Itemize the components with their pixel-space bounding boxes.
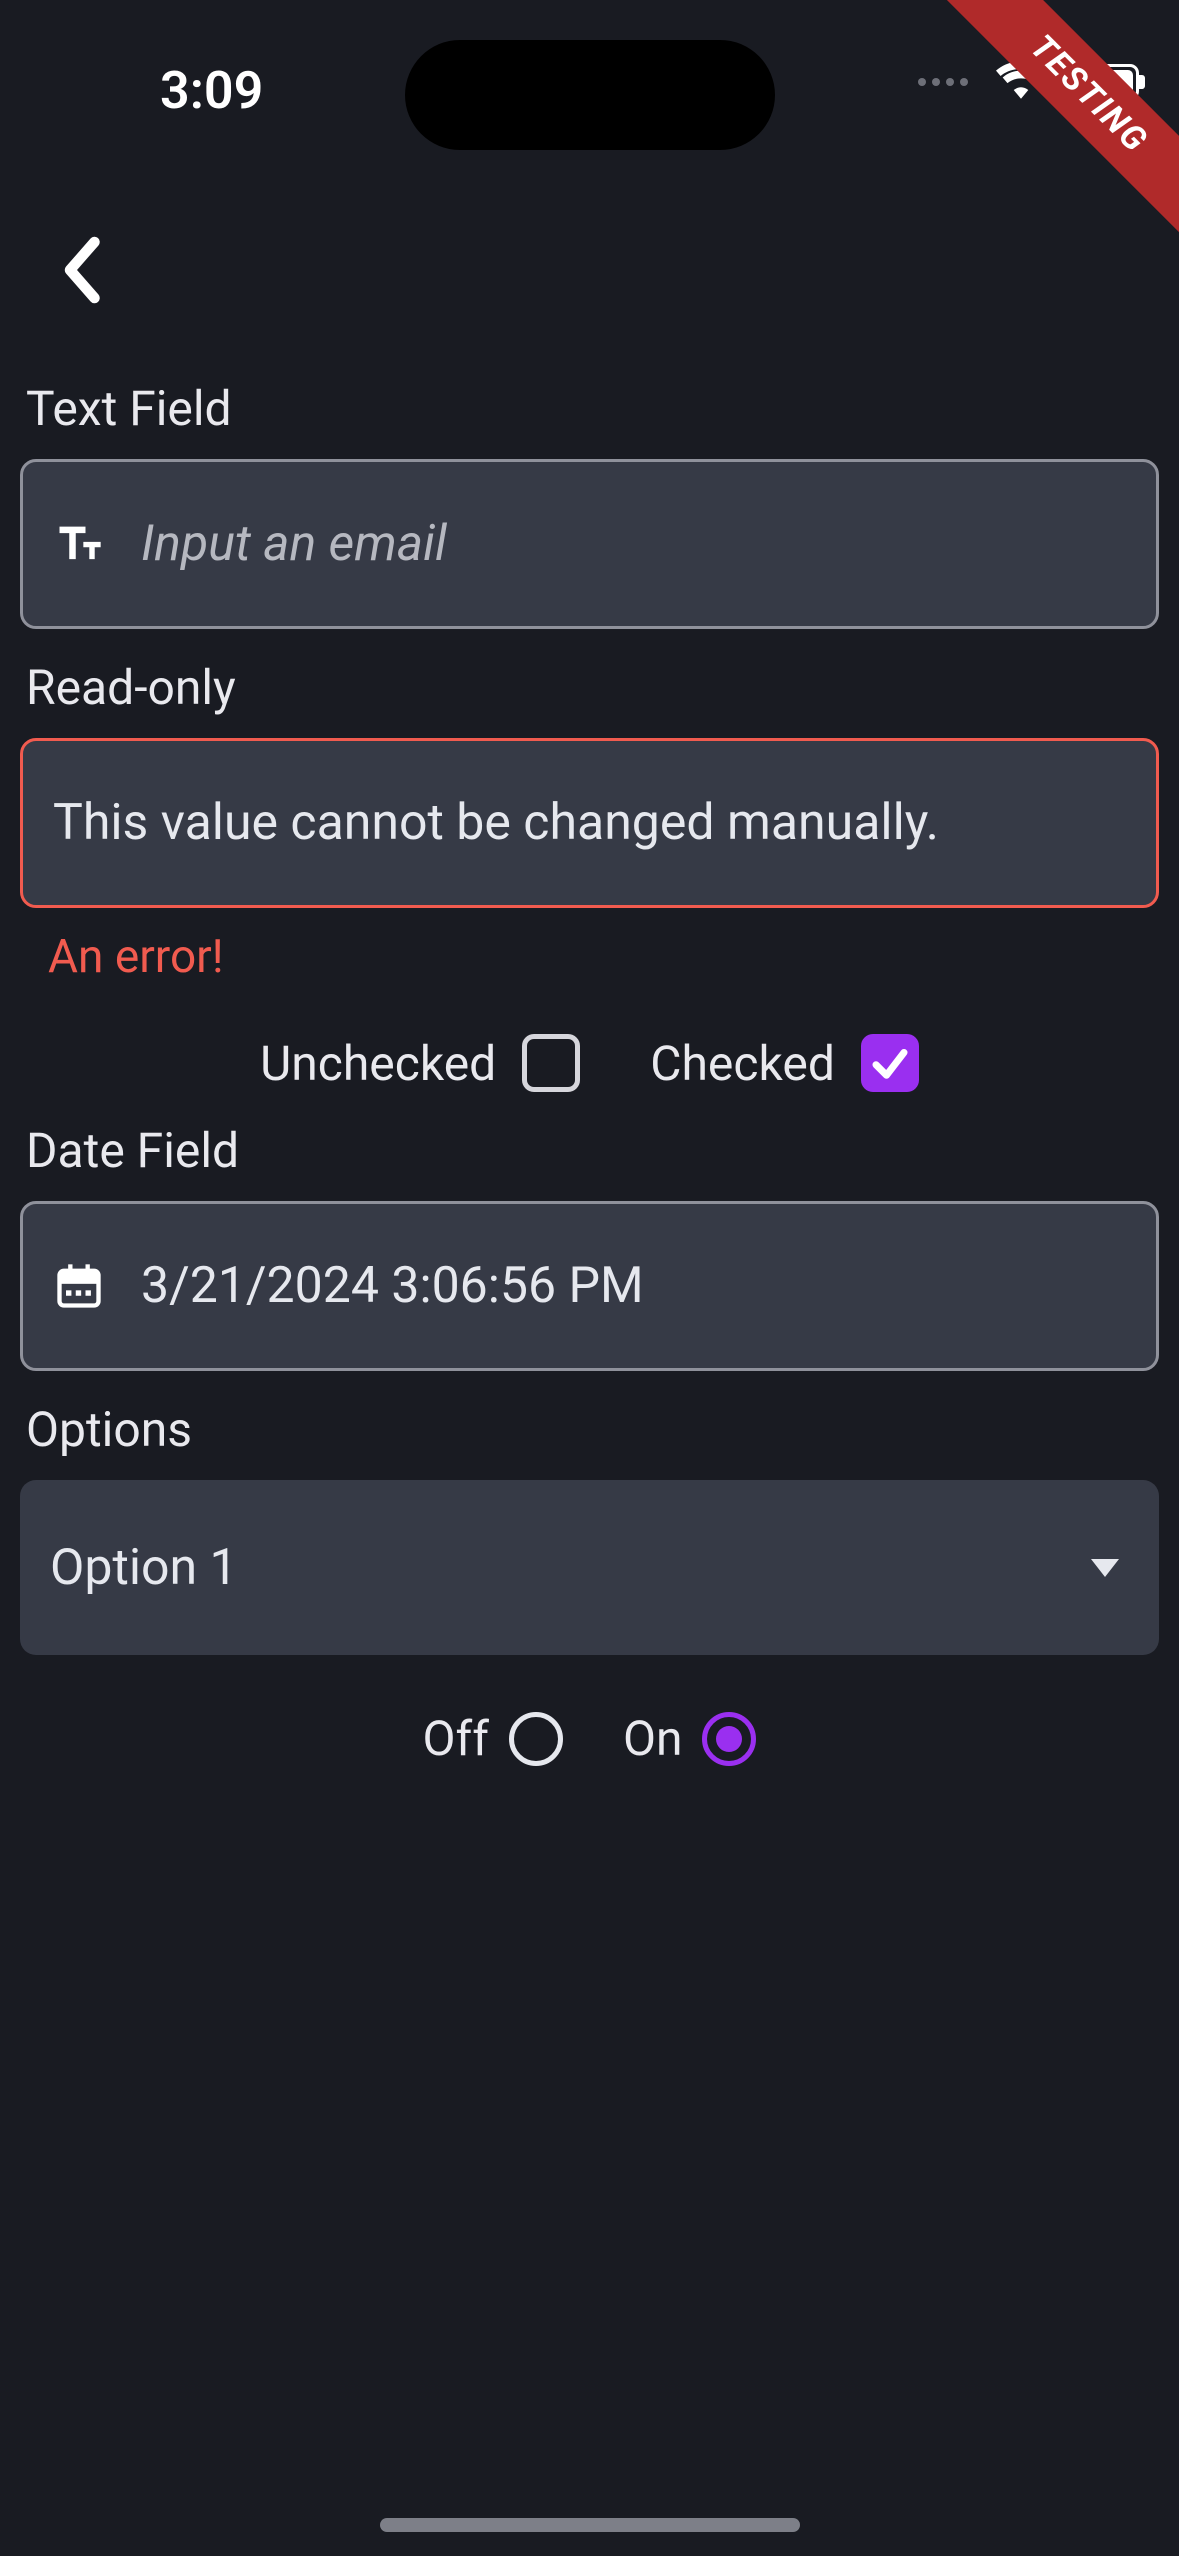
text-field-label: Text Field <box>26 380 1159 437</box>
radio-off-group[interactable]: Off <box>423 1710 563 1767</box>
status-icons <box>918 60 1139 104</box>
radio-on-group[interactable]: On <box>623 1710 757 1767</box>
date-field-value: 3/21/2024 3:06:56 PM <box>141 1257 644 1315</box>
device-notch <box>405 40 775 150</box>
check-icon <box>869 1042 911 1084</box>
checkbox-unchecked-group[interactable]: Unchecked <box>260 1034 580 1092</box>
radio-on[interactable] <box>702 1712 756 1766</box>
text-field-placeholder: Input an email <box>141 515 447 573</box>
readonly-field-error: An error! <box>48 930 1159 984</box>
radio-off-label: Off <box>423 1710 489 1767</box>
radio-on-dot <box>716 1726 742 1752</box>
caret-down-icon <box>1091 1559 1119 1577</box>
battery-icon <box>1064 64 1139 100</box>
date-field-label: Date Field <box>26 1122 1159 1179</box>
text-field-input[interactable]: Input an email <box>20 459 1159 629</box>
readonly-field-input: This value cannot be changed manually. <box>20 738 1159 908</box>
checkbox-row: Unchecked Checked <box>20 1034 1159 1092</box>
date-field-input[interactable]: 3/21/2024 3:06:56 PM <box>20 1201 1159 1371</box>
radio-row: Off On <box>20 1710 1159 1767</box>
options-select[interactable]: Option 1 <box>20 1480 1159 1655</box>
checkbox-checked-group[interactable]: Checked <box>650 1034 919 1092</box>
recording-dots-icon <box>918 78 968 86</box>
text-format-icon <box>53 518 105 570</box>
back-button[interactable] <box>40 230 120 310</box>
options-field-label: Options <box>26 1401 1159 1458</box>
status-bar: 3:09 <box>0 0 1179 110</box>
checkbox-checked[interactable] <box>861 1034 919 1092</box>
form: Text Field Input an email Read-only This… <box>0 380 1179 1767</box>
status-time: 3:09 <box>160 60 263 121</box>
wifi-icon <box>996 60 1046 104</box>
readonly-field-value: This value cannot be changed manually. <box>53 794 939 852</box>
readonly-field-label: Read-only <box>26 659 1159 716</box>
checkbox-unchecked[interactable] <box>522 1034 580 1092</box>
calendar-icon <box>53 1260 105 1312</box>
options-selected-value: Option 1 <box>50 1539 238 1597</box>
checkbox-checked-label: Checked <box>650 1035 835 1092</box>
checkbox-unchecked-label: Unchecked <box>260 1035 496 1092</box>
home-indicator[interactable] <box>380 2518 800 2532</box>
radio-on-label: On <box>623 1710 683 1767</box>
radio-off[interactable] <box>509 1712 563 1766</box>
chevron-left-icon <box>58 235 103 305</box>
